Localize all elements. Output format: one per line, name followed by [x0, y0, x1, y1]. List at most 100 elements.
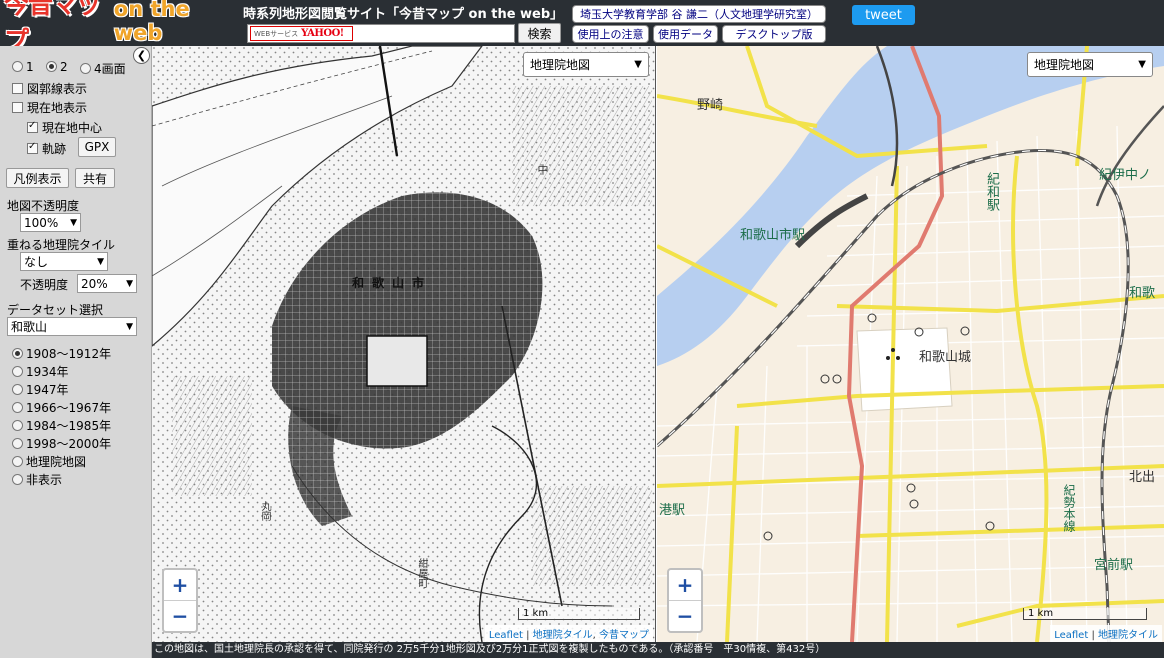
era-radio-hide[interactable]: 非表示: [12, 471, 62, 488]
left-scale-bar: 1 km: [518, 608, 640, 620]
label-kiwa-station: 紀和駅: [984, 172, 999, 211]
label-nozaki: 野崎: [697, 98, 724, 113]
yahoo-service-badge: WEBサービス YAHOO!: [250, 26, 353, 41]
label-miyamae-station: 宮前駅: [1094, 558, 1134, 573]
radio-icon: [12, 366, 23, 377]
overlay-opacity-select[interactable]: 20% ▼: [77, 274, 137, 293]
dataset-label: データセット選択: [7, 303, 104, 317]
right-zoom-out-button[interactable]: −: [669, 601, 701, 631]
copyright-footer: この地図は、国土地理院長の承認を得て、同院発行の 2万5千分1地形図及び2万分1…: [152, 642, 1164, 658]
era-radio-1966[interactable]: 1966～1967年: [12, 399, 111, 416]
radio-icon: [12, 456, 23, 467]
header-bar: 今昔マップ on the web 時系列地形図閲覧サイト「今昔マップ on th…: [0, 0, 1164, 46]
site-logo[interactable]: 今昔マップ on the web: [4, 0, 230, 46]
share-button[interactable]: 共有: [75, 168, 115, 188]
label-kiinaka: 紀伊中ノ: [1099, 168, 1152, 183]
label-kisei-line: 紀勢本線: [1062, 484, 1076, 532]
gsi-map-canvas[interactable]: [657, 46, 1164, 642]
era-radio-gsi[interactable]: 地理院地図: [12, 453, 86, 470]
label-wakayamashi-station: 和歌山市駅: [740, 228, 806, 243]
konjaku-link[interactable]: 今昔マップ: [599, 630, 649, 641]
gsi-map-pane[interactable]: 野崎 和歌山市駅 紀和駅 紀伊中ノ 和歌山城 和歌 北出 港駅 紀勢本線 宮前駅…: [657, 46, 1164, 642]
radio-selected-icon: [46, 61, 57, 72]
radio-icon: [12, 420, 23, 431]
left-attribution: Leaflet | 地理院タイル, 今昔マップ: [484, 625, 653, 642]
old-map-naka-label: 中: [536, 164, 549, 175]
track-checkbox[interactable]: 軌跡: [27, 140, 66, 157]
checkbox-icon: [12, 102, 23, 113]
show-frame-checkbox[interactable]: 図郭線表示: [12, 80, 87, 97]
leaflet-link[interactable]: Leaflet: [1054, 630, 1088, 641]
checkbox-checked-icon: [27, 141, 38, 154]
era-radio-1934[interactable]: 1934年: [12, 363, 69, 380]
radio-icon: [12, 402, 23, 413]
right-scale-bar: 1 km: [1023, 608, 1147, 620]
old-map-city-label: 和歌山市: [352, 276, 433, 290]
left-zoom-in-button[interactable]: +: [164, 570, 196, 601]
left-layer-select[interactable]: 地理院地図 ▼: [523, 52, 649, 77]
right-zoom-in-button[interactable]: +: [669, 570, 701, 601]
site-title: 時系列地形図閲覧サイト「今昔マップ on the web」: [243, 7, 564, 22]
desktop-version-button[interactable]: デスクトップ版: [722, 25, 826, 43]
opacity-select[interactable]: 100% ▼: [20, 213, 81, 232]
leaflet-link[interactable]: Leaflet: [489, 630, 523, 641]
left-zoom-out-button[interactable]: −: [164, 601, 196, 631]
right-zoom-control: + −: [667, 568, 703, 633]
dropdown-arrow-icon: ▼: [70, 217, 77, 228]
gpx-button[interactable]: GPX: [78, 137, 116, 157]
sidebar-panel: ❮ 1 2 4画面 図郭線表示 現在地表示 現在地中心 軌跡 GPX 凡例表示 …: [0, 46, 152, 658]
radio-icon: [80, 63, 91, 74]
usage-data-button[interactable]: 使用データ: [653, 25, 718, 43]
old-map-town-label: 紺屋町: [416, 558, 427, 588]
right-attribution: Leaflet | 地理院タイル: [1050, 625, 1162, 642]
radio-icon: [12, 61, 23, 72]
overlay-opacity-label: 不透明度: [20, 278, 69, 292]
era-radio-1998[interactable]: 1998～2000年: [12, 435, 111, 452]
dataset-select[interactable]: 和歌山 ▼: [7, 317, 137, 336]
radio-selected-icon: [12, 348, 23, 359]
radio-icon: [12, 474, 23, 485]
legend-button[interactable]: 凡例表示: [6, 168, 69, 188]
chevron-left-icon: ❮: [136, 49, 147, 62]
usage-notes-button[interactable]: 使用上の注意: [572, 25, 649, 43]
dropdown-arrow-icon: ▼: [97, 256, 104, 267]
show-current-location-checkbox[interactable]: 現在地表示: [12, 99, 87, 116]
tweet-button[interactable]: tweet: [852, 5, 915, 25]
search-input[interactable]: WEBサービス YAHOO!: [247, 24, 515, 43]
search-button[interactable]: 検索: [518, 23, 561, 43]
left-zoom-control: + −: [162, 568, 198, 633]
dropdown-arrow-icon: ▼: [1138, 59, 1146, 70]
old-map-hill-label: 丸岡: [259, 501, 270, 521]
opacity-label: 地図不透明度: [7, 199, 80, 213]
label-port-station: 港駅: [659, 503, 686, 518]
web-service-label: WEBサービス: [254, 29, 299, 38]
gsi-tile-link[interactable]: 地理院タイル: [1098, 630, 1158, 641]
screen-radio-2[interactable]: 2: [46, 60, 68, 74]
screen-radio-1[interactable]: 1: [12, 60, 34, 74]
checkbox-icon: [12, 83, 23, 94]
era-radio-1947[interactable]: 1947年: [12, 381, 69, 398]
label-wa: 和歌: [1129, 286, 1156, 301]
gsi-tile-link[interactable]: 地理院タイル: [533, 630, 593, 641]
logo-sub: on the web: [113, 0, 190, 45]
label-wakayama-castle: 和歌山城: [919, 350, 972, 365]
era-radio-1984[interactable]: 1984～1985年: [12, 417, 111, 434]
dropdown-arrow-icon: ▼: [634, 59, 642, 70]
era-radio-1908[interactable]: 1908～1912年: [12, 345, 111, 362]
overlay-tile-select[interactable]: なし ▼: [20, 252, 108, 271]
dropdown-arrow-icon: ▼: [126, 321, 133, 332]
screen-radio-4[interactable]: 4画面: [80, 60, 126, 77]
radio-icon: [12, 384, 23, 395]
center-current-checkbox[interactable]: 現在地中心: [27, 119, 102, 136]
old-map-pane[interactable]: 和歌山市 中 丸岡 紺屋町 地理院地図 ▼ + − 1 km Leaflet | …: [152, 46, 656, 642]
author-link[interactable]: 埼玉大学教育学部 谷 謙二（人文地理学研究室）: [572, 5, 826, 23]
radio-icon: [12, 438, 23, 449]
logo-main: 今昔マップ: [4, 0, 101, 46]
checkbox-checked-icon: [27, 120, 38, 133]
old-map-canvas[interactable]: [152, 46, 656, 642]
dropdown-arrow-icon: ▼: [126, 278, 133, 289]
yahoo-logo: YAHOO!: [301, 28, 344, 39]
right-layer-select[interactable]: 地理院地図 ▼: [1027, 52, 1153, 77]
label-kitade: 北出: [1129, 470, 1156, 485]
collapse-sidebar-button[interactable]: ❮: [133, 47, 150, 64]
